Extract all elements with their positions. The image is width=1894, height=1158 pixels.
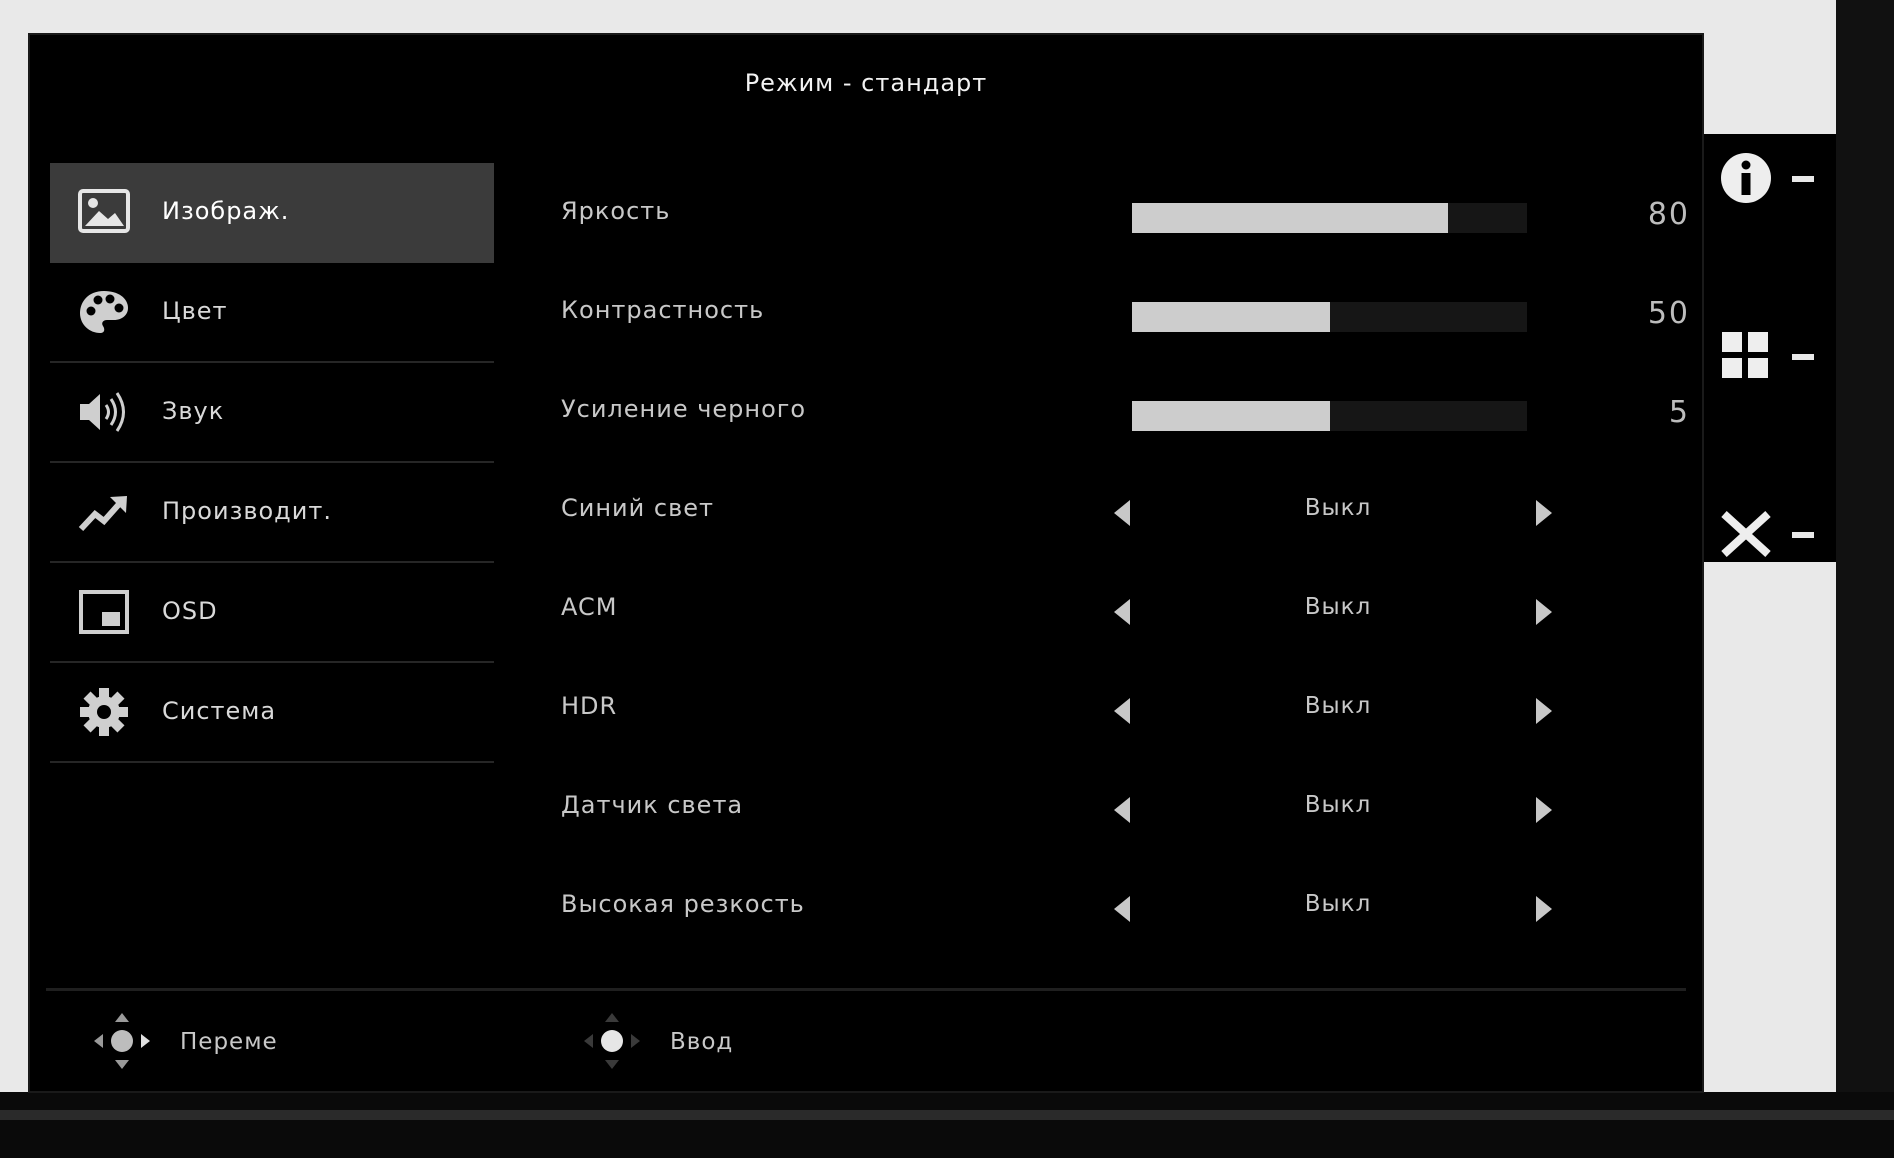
slider-fill [1132, 203, 1448, 233]
joystick-move-icon [94, 1013, 150, 1069]
setting-label: Датчик света [561, 791, 744, 819]
option-value: Выкл [1304, 594, 1372, 620]
arrow-left-icon[interactable] [1114, 896, 1130, 922]
setting-row-black-boost[interactable]: Усиление черного 5 [28, 381, 1704, 441]
arrow-left-icon[interactable] [1114, 500, 1130, 526]
setting-label: Усиление черного [561, 395, 807, 423]
option-value: Выкл [1304, 693, 1372, 719]
close-icon [1721, 511, 1771, 557]
slider-track[interactable] [1132, 302, 1527, 332]
setting-row-acm[interactable]: ACM Выкл [28, 579, 1704, 639]
footer-move-label: Переме [180, 1029, 278, 1055]
joystick-press-icon [584, 1013, 640, 1069]
setting-label: HDR [561, 692, 618, 720]
hotkey-menu[interactable] [1718, 328, 1828, 388]
option-value: Выкл [1304, 495, 1372, 521]
osd-menu: Режим - стандарт Изображ. Цвет Звук Прои… [28, 33, 1704, 1093]
slider-track[interactable] [1132, 401, 1527, 431]
slider-fill [1132, 401, 1330, 431]
setting-row-contrast[interactable]: Контрастность 50 [28, 282, 1704, 342]
slider-track[interactable] [1132, 203, 1527, 233]
hotkey-exit[interactable] [1718, 506, 1828, 566]
arrow-left-icon[interactable] [1114, 599, 1130, 625]
arrow-left-icon[interactable] [1114, 698, 1130, 724]
monitor-edge [1836, 0, 1894, 1100]
arrow-right-icon[interactable] [1536, 698, 1552, 724]
setting-row-hdr[interactable]: HDR Выкл [28, 678, 1704, 738]
setting-row-super-sharpness[interactable]: Высокая резкость Выкл [28, 876, 1704, 936]
footer-divider [46, 988, 1686, 991]
setting-row-brightness[interactable]: Яркость 80 [28, 183, 1704, 243]
option-value: Выкл [1304, 891, 1372, 917]
hotkey-dash [1792, 176, 1814, 182]
arrow-right-icon[interactable] [1536, 500, 1552, 526]
slider-value: 50 [1647, 296, 1690, 331]
slider-value: 80 [1647, 197, 1690, 232]
info-icon [1721, 153, 1771, 203]
hotkey-dash [1792, 532, 1814, 538]
osd-title: Режим - стандарт [744, 69, 988, 97]
grid-icon [1722, 332, 1768, 378]
hotkey-info[interactable] [1718, 150, 1828, 210]
slider-fill [1132, 302, 1330, 332]
setting-row-blue-light[interactable]: Синий свет Выкл [28, 480, 1704, 540]
setting-label: Высокая резкость [561, 890, 805, 918]
arrow-right-icon[interactable] [1536, 797, 1552, 823]
hotkey-dash [1792, 354, 1814, 360]
setting-label: Контрастность [561, 296, 765, 324]
footer-enter-label: Ввод [670, 1029, 734, 1055]
setting-label: Синий свет [561, 494, 714, 522]
setting-label: Яркость [561, 197, 671, 225]
monitor-bezel [0, 1092, 1894, 1158]
arrow-right-icon[interactable] [1536, 599, 1552, 625]
option-value: Выкл [1304, 792, 1372, 818]
slider-value: 5 [1668, 395, 1690, 430]
sidebar: Изображ. Цвет Звук Производит. OSD Систе… [50, 163, 494, 763]
setting-label: ACM [561, 593, 618, 621]
arrow-right-icon[interactable] [1536, 896, 1552, 922]
arrow-left-icon[interactable] [1114, 797, 1130, 823]
setting-row-light-sensor[interactable]: Датчик света Выкл [28, 777, 1704, 837]
